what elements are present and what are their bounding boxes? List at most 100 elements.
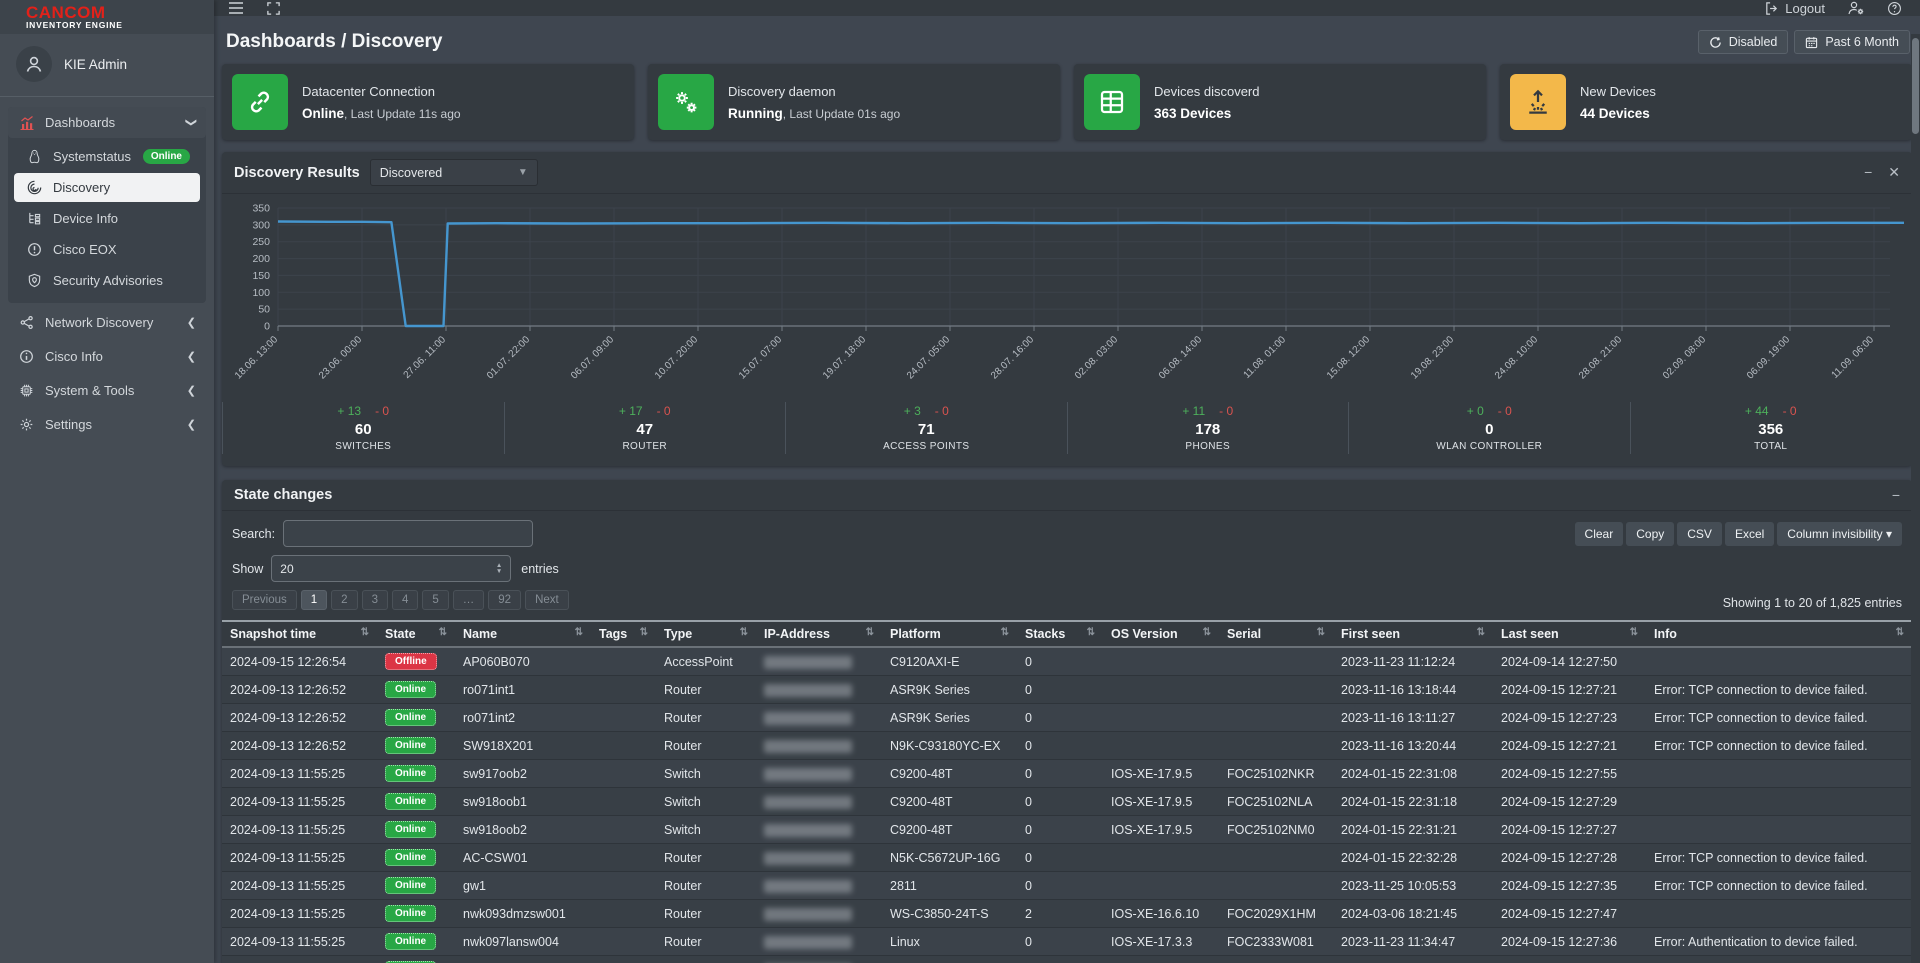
brand-subtitle: INVENTORY ENGINE <box>26 20 214 30</box>
header-buttons: Disabled Past 6 Month <box>1698 30 1910 54</box>
page-button-4[interactable]: 4 <box>392 590 418 610</box>
table-row[interactable]: 2024-09-13 11:55:25Onlinesw918oob2Switch… <box>222 816 1912 844</box>
page-button-92[interactable]: 92 <box>488 590 521 610</box>
svg-text:02.08. 03:00: 02.08. 03:00 <box>1073 334 1120 381</box>
minimize-icon[interactable]: − <box>1864 164 1872 181</box>
status-card-datacenter-connection: Datacenter ConnectionOnline, Last Update… <box>222 64 634 140</box>
table-row[interactable]: 2024-09-13 12:26:52OnlineSW918X201Router… <box>222 732 1912 760</box>
cell-serial <box>1219 956 1333 963</box>
minimize-icon[interactable]: − <box>1892 487 1900 503</box>
sidebar-item-discovery[interactable]: Discovery <box>14 173 200 202</box>
vertical-scrollbar[interactable] <box>1911 34 1920 963</box>
page-button-5[interactable]: 5 <box>422 590 448 610</box>
page-button-next[interactable]: Next <box>525 590 569 610</box>
column-header-first-seen[interactable]: ⇅First seen <box>1333 621 1493 647</box>
hamburger-menu-icon[interactable] <box>228 1 244 15</box>
cell-ip-address <box>756 900 882 928</box>
table-row[interactable]: 2024-09-13 11:55:25Onlinesw917oob2Switch… <box>222 760 1912 788</box>
table-row[interactable]: 2024-09-13 11:55:25Onlinenwk097lansw004R… <box>222 928 1912 956</box>
search-input[interactable] <box>283 520 533 547</box>
cell-snapshot-time: 2024-09-13 11:55:25 <box>222 928 377 956</box>
column-header-info[interactable]: ⇅Info <box>1646 621 1912 647</box>
cell-tags <box>591 956 656 963</box>
discovery-panel-title: Discovery Results <box>234 165 360 181</box>
cell-type: Router <box>656 928 756 956</box>
page-button-2[interactable]: 2 <box>331 590 357 610</box>
table-header-row: ⇅Snapshot time⇅State⇅Name⇅Tags⇅Type⇅IP-A… <box>222 621 1912 647</box>
sort-icon: ⇅ <box>1630 627 1638 638</box>
svg-text:200: 200 <box>252 253 270 265</box>
column-header-type[interactable]: ⇅Type <box>656 621 756 647</box>
cell-os-version: IOS-XE-17.9.5 <box>1103 816 1219 844</box>
toolbar-button-excel[interactable]: Excel <box>1725 522 1774 546</box>
page-length-select[interactable]: 20 ▲▼ <box>271 555 511 582</box>
sidebar-item-network-discovery[interactable]: Network Discovery❮ <box>8 307 206 338</box>
cell-state: Online <box>377 844 455 872</box>
column-header-stacks[interactable]: ⇅Stacks <box>1017 621 1103 647</box>
column-header-ip-address[interactable]: ⇅IP-Address <box>756 621 882 647</box>
cell-state: Online <box>377 704 455 732</box>
page-button--[interactable]: … <box>453 590 485 610</box>
table-row[interactable]: 2024-09-15 12:26:54OfflineAP060B070Acces… <box>222 647 1912 676</box>
table-row[interactable]: 2024-09-13 12:26:52Onlinero071int1Router… <box>222 676 1912 704</box>
column-header-serial[interactable]: ⇅Serial <box>1219 621 1333 647</box>
scrollbar-thumb[interactable] <box>1912 38 1919 134</box>
sidebar-item-cisco-info[interactable]: Cisco Info❮ <box>8 341 206 372</box>
sidebar-item-settings[interactable]: Settings❮ <box>8 409 206 440</box>
redacted-ip <box>764 684 852 697</box>
logout-button[interactable]: Logout <box>1764 1 1825 16</box>
state-badge: Online <box>385 849 436 866</box>
page-button-1[interactable]: 1 <box>301 590 327 610</box>
column-header-os-version[interactable]: ⇅OS Version <box>1103 621 1219 647</box>
sidebar-item-cisco-eox[interactable]: Cisco EOX <box>14 235 200 264</box>
user-settings-icon[interactable] <box>1847 0 1865 16</box>
show-label: Show <box>232 562 263 576</box>
card-status-value: Online <box>302 106 344 121</box>
cell-last-seen: 2024-09-15 12:27:47 <box>1493 900 1646 928</box>
fullscreen-icon[interactable] <box>266 1 281 16</box>
period-button[interactable]: Past 6 Month <box>1794 30 1910 54</box>
help-icon[interactable] <box>1887 1 1902 16</box>
sidebar-item-dashboards[interactable]: Dashboards❯ <box>8 107 206 138</box>
stat-removed: - 0 <box>1783 404 1797 418</box>
column-header-platform[interactable]: ⇅Platform <box>882 621 1017 647</box>
column-header-tags[interactable]: ⇅Tags <box>591 621 656 647</box>
table-row[interactable]: 2024-09-13 11:55:25Onlinenwk093dmzsw001R… <box>222 900 1912 928</box>
cell-info: Error: TCP connection to device failed. <box>1646 704 1912 732</box>
close-icon[interactable]: ✕ <box>1888 164 1900 181</box>
table-row[interactable]: 2024-09-13 11:55:25Onliner060fwm11Router… <box>222 956 1912 963</box>
disabled-label: Disabled <box>1729 35 1778 49</box>
updown-arrows-icon: ▲▼ <box>496 563 502 574</box>
page-button-previous[interactable]: Previous <box>232 590 297 610</box>
sidebar-item-label: Security Advisories <box>53 273 163 288</box>
cell-stacks: 0 <box>1017 928 1103 956</box>
column-header-state[interactable]: ⇅State <box>377 621 455 647</box>
toolbar-button-copy[interactable]: Copy <box>1626 522 1674 546</box>
table-row[interactable]: 2024-09-13 11:55:25Onlinesw918oob1Switch… <box>222 788 1912 816</box>
cell-state: Online <box>377 900 455 928</box>
column-header-snapshot-time[interactable]: ⇅Snapshot time <box>222 621 377 647</box>
cell-state: Online <box>377 788 455 816</box>
sidebar-item-systemstatus[interactable]: SystemstatusOnline <box>14 142 200 171</box>
sidebar-item-device-info[interactable]: Device Info <box>14 204 200 233</box>
cell-state: Offline <box>377 647 455 676</box>
sidebar-item-system-tools[interactable]: System & Tools❮ <box>8 375 206 406</box>
cell-first-seen: 2023-11-16 13:20:44 <box>1333 732 1493 760</box>
discovered-filter-select[interactable]: Discovered ▼ <box>370 159 538 186</box>
column-header-last-seen[interactable]: ⇅Last seen <box>1493 621 1646 647</box>
page-button-3[interactable]: 3 <box>362 590 388 610</box>
sidebar-item-label: Cisco EOX <box>53 242 117 257</box>
toolbar-button-csv[interactable]: CSV <box>1677 522 1722 546</box>
cell-tags <box>591 816 656 844</box>
table-row[interactable]: 2024-09-13 12:26:52Onlinero071int2Router… <box>222 704 1912 732</box>
sidebar-item-security-advisories[interactable]: Security Advisories <box>14 266 200 295</box>
table-row[interactable]: 2024-09-13 11:55:25Onlinegw1Router281102… <box>222 872 1912 900</box>
column-header-name[interactable]: ⇅Name <box>455 621 591 647</box>
cell-last-seen: 2024-09-15 12:27:35 <box>1493 956 1646 963</box>
table-row[interactable]: 2024-09-13 11:55:25OnlineAC-CSW01RouterN… <box>222 844 1912 872</box>
cell-snapshot-time: 2024-09-13 11:55:25 <box>222 900 377 928</box>
toolbar-button-clear[interactable]: Clear <box>1575 522 1624 546</box>
disabled-refresh-button[interactable]: Disabled <box>1698 30 1789 54</box>
toolbar-button-column-invisibility[interactable]: Column invisibility ▾ <box>1777 522 1902 546</box>
card-title: New Devices <box>1580 84 1656 99</box>
